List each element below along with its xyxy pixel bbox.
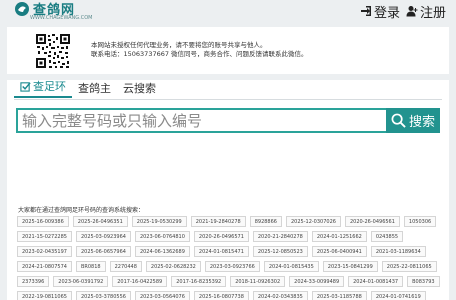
tab-owner-search-label: 查鸽主 bbox=[78, 82, 111, 95]
recent-search-chip[interactable]: 2270448 bbox=[109, 261, 142, 272]
wechat-qr-code bbox=[35, 33, 71, 69]
login-label: 登录 bbox=[373, 5, 400, 21]
ring-number-input[interactable] bbox=[16, 108, 386, 133]
recent-search-chip[interactable]: 2024-33-0099489 bbox=[289, 276, 345, 287]
recent-search-chip[interactable]: 2024-01-0741619 bbox=[370, 291, 426, 300]
recent-search-chip[interactable]: 2020-26-0496561 bbox=[344, 216, 400, 227]
pigeon-logo-icon bbox=[15, 2, 29, 16]
login-icon bbox=[360, 6, 371, 16]
recent-search-chip[interactable]: 2025-26-0496351 bbox=[72, 216, 128, 227]
recent-search-chip[interactable]: 2021-03-1189634 bbox=[370, 246, 426, 257]
recent-searches-label: 大家都在通过查鸽网足环号码的查询系统搜索： bbox=[18, 207, 145, 214]
recent-search-chip[interactable]: B083793 bbox=[407, 276, 440, 287]
notice-line-2: 联系电话：15063737667 微信同号，商务合作、问题反馈请联系此微信。 bbox=[91, 50, 308, 58]
tab-owner-search[interactable]: 查鸽主 bbox=[72, 80, 117, 98]
login-link[interactable]: 登录 bbox=[360, 2, 400, 21]
notice-panel: 本网站未授权任何代理业务，请不要将您的账号共享与他人。 联系电话：1506373… bbox=[7, 27, 449, 74]
recent-search-chip[interactable]: 2020-21-2840278 bbox=[252, 231, 308, 242]
recent-search-chip[interactable]: 2024-01-0081437 bbox=[348, 276, 404, 287]
recent-search-chip[interactable]: 8928866 bbox=[249, 216, 282, 227]
header-links: 登录 注册 bbox=[360, 1, 446, 21]
search-button[interactable]: 搜索 bbox=[386, 108, 440, 133]
logo-url: WWW.CHAGEWANG.COM bbox=[30, 15, 93, 21]
recent-search-chip[interactable]: 2021-19-2840278 bbox=[190, 216, 246, 227]
search-bar: 搜索 bbox=[16, 108, 440, 133]
recent-search-chip[interactable]: 2025-03-3780556 bbox=[75, 291, 131, 300]
tab-ring-search-label: 查足环 bbox=[33, 80, 66, 93]
recent-search-chip[interactable]: 2025-16-009386 bbox=[17, 216, 69, 227]
recent-search-chip[interactable]: 2024-06-1362689 bbox=[134, 246, 190, 257]
recent-search-chip[interactable]: 2024-01-0815471 bbox=[193, 246, 249, 257]
recent-search-chip[interactable]: 2373396 bbox=[17, 276, 50, 287]
recent-search-chip[interactable]: 2025-03-1185788 bbox=[311, 291, 367, 300]
recent-search-chip[interactable]: 2018-11-0926302 bbox=[230, 276, 286, 287]
recent-search-chip[interactable]: 2025-06-0657964 bbox=[75, 246, 131, 257]
recent-search-chip[interactable]: 2025-03-0923964 bbox=[75, 231, 131, 242]
add-user-icon bbox=[406, 6, 418, 17]
recent-search-chip[interactable]: 2023-03-0923766 bbox=[204, 261, 260, 272]
checkbox-checked-icon bbox=[20, 81, 31, 92]
recent-search-chip[interactable]: 2025-06-0400941 bbox=[311, 246, 367, 257]
recent-search-chip[interactable]: 2017-16-8235392 bbox=[171, 276, 227, 287]
recent-search-chip[interactable]: 2020-26-0496571 bbox=[193, 231, 249, 242]
recent-search-chip[interactable]: 2024-01-1251662 bbox=[311, 231, 367, 242]
recent-search-chip[interactable]: 2025-22-0811065 bbox=[381, 261, 437, 272]
site-header: 查鸽网 WWW.CHAGEWANG.COM 登录 注册 bbox=[0, 0, 456, 26]
recent-search-chip[interactable]: 2022-19-0811065 bbox=[17, 291, 72, 300]
register-link[interactable]: 注册 bbox=[406, 2, 446, 21]
recent-searches-list: 2025-16-009386 2025-26-0496351 2025-19-053… bbox=[17, 216, 445, 300]
site-logo[interactable]: 查鸽网 WWW.CHAGEWANG.COM bbox=[14, 1, 93, 23]
recent-search-chip[interactable]: 2017-16-0422589 bbox=[112, 276, 168, 287]
recent-search-chip[interactable]: BR0818 bbox=[75, 261, 106, 272]
recent-search-chip[interactable]: 2023-02-0435197 bbox=[17, 246, 72, 257]
search-tabs: 查足环 查鸽主 云搜索 bbox=[14, 80, 162, 98]
recent-search-chip[interactable]: 2023-06-0391792 bbox=[53, 276, 109, 287]
recent-search-chip[interactable]: 2025-19-0530299 bbox=[131, 216, 187, 227]
search-panel: 查足环 查鸽主 云搜索 搜索 大家都在通过查鸽网足环号码的查询系统搜索： 202… bbox=[7, 80, 449, 300]
recent-search-chip[interactable]: 2024-02-0343835 bbox=[252, 291, 308, 300]
recent-search-chip[interactable]: 2021-15-0272285 bbox=[17, 231, 72, 242]
notice-line-1: 本网站未授权任何代理业务，请不要将您的账号共享与他人。 bbox=[91, 41, 267, 49]
search-icon bbox=[391, 113, 406, 128]
recent-search-chip[interactable]: 2025-12-0307026 bbox=[285, 216, 341, 227]
tab-cloud-search-label: 云搜索 bbox=[123, 82, 156, 95]
recent-search-chip[interactable]: 0243855 bbox=[370, 231, 404, 242]
tab-divider bbox=[14, 99, 442, 100]
register-label: 注册 bbox=[419, 5, 446, 21]
search-button-label: 搜索 bbox=[408, 115, 435, 130]
recent-search-chip[interactable]: 2025-12-0850523 bbox=[252, 246, 308, 257]
recent-search-chip[interactable]: 2024-01-0815435 bbox=[263, 261, 319, 272]
recent-search-chip[interactable]: 2025-02-0628232 bbox=[145, 261, 201, 272]
notice-text: 本网站未授权任何代理业务，请不要将您的账号共享与他人。 联系电话：1506373… bbox=[91, 41, 308, 59]
recent-search-chip[interactable]: 2023-03-0564076 bbox=[134, 291, 190, 300]
recent-search-chip[interactable]: 2023-06-0764810 bbox=[134, 231, 190, 242]
recent-search-chip[interactable]: 2023-15-0841299 bbox=[322, 261, 378, 272]
recent-search-chip[interactable]: 2025-16-0807738 bbox=[193, 291, 249, 300]
tab-ring-search[interactable]: 查足环 bbox=[14, 78, 72, 98]
tab-cloud-search[interactable]: 云搜索 bbox=[117, 80, 162, 98]
recent-search-chip[interactable]: 2024-21-0807574 bbox=[17, 261, 72, 272]
recent-search-chip[interactable]: 1050306 bbox=[403, 216, 437, 227]
